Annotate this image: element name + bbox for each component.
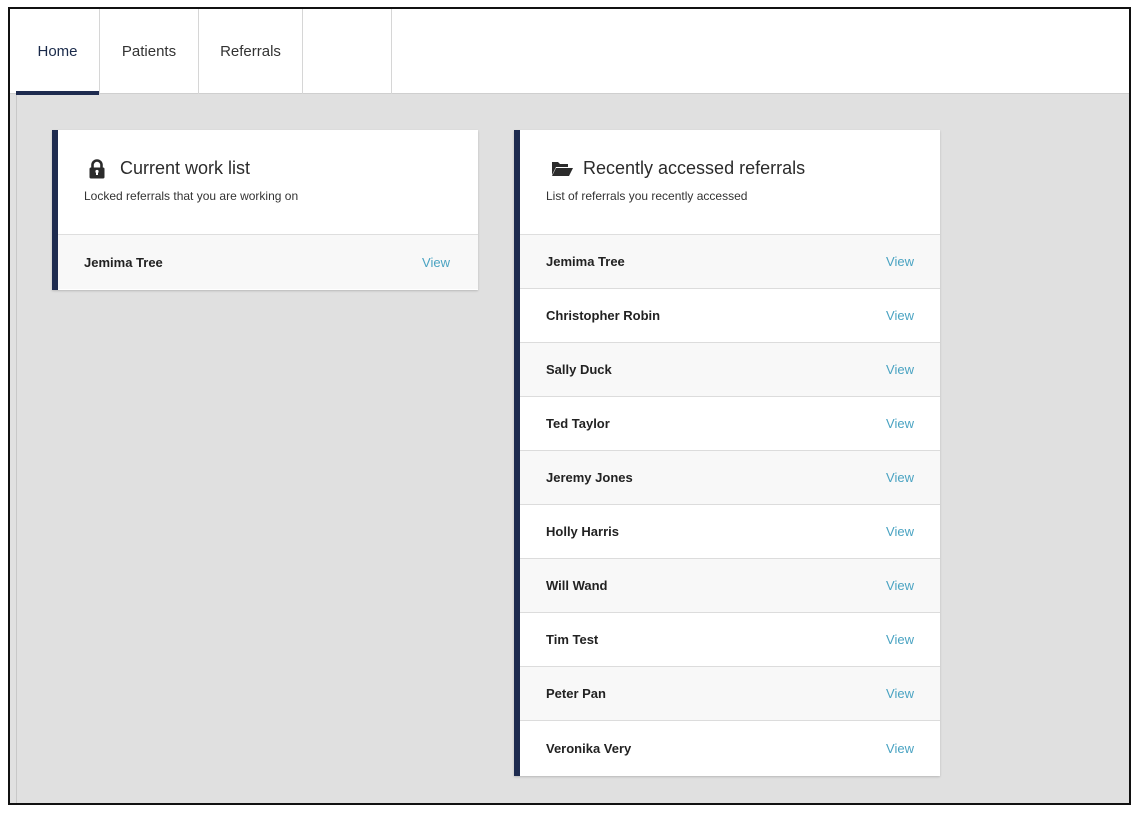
recent-referrals-title: Recently accessed referrals [551,158,805,179]
current-work-list-title: Current work list [89,158,250,179]
folder-open-icon [551,160,575,178]
recent-referrals-title-text: Recently accessed referrals [583,158,806,178]
view-link[interactable]: View [886,308,914,323]
patient-name: Jemima Tree [84,254,163,270]
patient-name: Veronika Very [546,740,632,756]
recent-referrals-header: Recently accessed referrals List of refe… [520,130,940,235]
tab-empty[interactable] [303,9,392,94]
view-link[interactable]: View [886,578,914,593]
patient-name: Sally Duck [546,362,612,377]
table-row: Ted Taylor View [520,397,940,451]
patient-name: Jeremy Jones [546,470,633,485]
recent-referrals-subtitle: List of referrals you recently accessed [546,189,748,203]
view-link[interactable]: View [886,416,914,431]
tab-home[interactable]: Home [16,9,100,95]
current-work-list-header: Current work list Locked referrals that … [58,130,478,235]
patient-name: Holly Harris [546,524,619,539]
tab-patients[interactable]: Patients [100,9,199,94]
current-work-list-subtitle: Locked referrals that you are working on [84,189,299,203]
view-link[interactable]: View [886,254,914,269]
active-tab-indicator [16,91,99,95]
patient-name: Tim Test [546,632,599,647]
tab-bar: Home Patients Referrals [10,9,1129,95]
tab-referrals-label: Referrals [220,43,281,60]
view-link[interactable]: View [886,362,914,377]
patient-name: Christopher Robin [546,308,661,323]
table-row: Jeremy Jones View [520,451,940,505]
view-link[interactable]: View [886,741,914,756]
table-row: Will Wand View [520,559,940,613]
view-link[interactable]: View [422,255,450,270]
patient-name: Ted Taylor [546,416,610,431]
view-link[interactable]: View [886,686,914,701]
patient-name: Peter Pan [546,686,606,701]
tab-referrals[interactable]: Referrals [199,9,303,94]
current-work-list-card: Current work list Locked referrals that … [52,130,478,290]
table-row: Sally Duck View [520,343,940,397]
frame-divider [16,9,17,803]
table-row: Christopher Robin View [520,289,940,343]
patient-name: Jemima Tree [546,254,625,269]
view-link[interactable]: View [886,470,914,485]
table-row: Jemima Tree View [58,235,478,289]
patient-name: Will Wand [546,578,608,593]
view-link[interactable]: View [886,632,914,647]
tab-patients-label: Patients [121,43,177,60]
tab-home-label: Home [37,43,78,60]
table-row: Jemima Tree View [520,235,940,289]
view-link[interactable]: View [886,524,914,539]
table-row: Peter Pan View [520,667,940,721]
table-row: Veronika Very View [520,721,940,775]
table-row: Tim Test View [520,613,940,667]
lock-icon [89,158,107,179]
recent-referrals-card: Recently accessed referrals List of refe… [514,130,940,776]
current-work-list-title-text: Current work list [120,158,251,178]
table-row: Holly Harris View [520,505,940,559]
app-frame: Home Patients Referrals Current work lis… [8,7,1131,805]
